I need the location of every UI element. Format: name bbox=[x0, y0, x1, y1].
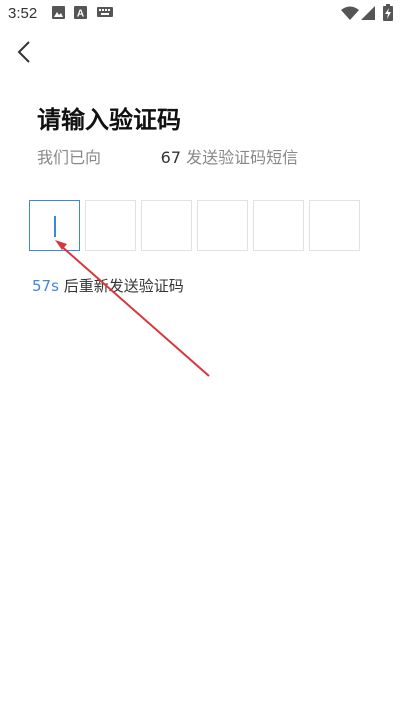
back-button[interactable] bbox=[10, 36, 42, 68]
battery-charging-icon bbox=[383, 4, 393, 21]
subtitle: 我们已向 67 发送验证码短信 bbox=[37, 144, 298, 168]
subtitle-prefix: 我们已向 bbox=[37, 148, 102, 167]
wifi-icon bbox=[341, 6, 359, 20]
code-box-3[interactable] bbox=[141, 200, 192, 251]
page-title: 请输入验证码 bbox=[37, 106, 181, 134]
code-box-5[interactable] bbox=[253, 200, 304, 251]
svg-text:A: A bbox=[77, 9, 84, 20]
code-box-6[interactable] bbox=[309, 200, 360, 251]
text-cursor bbox=[54, 216, 56, 237]
verification-code-input bbox=[29, 200, 360, 251]
code-box-1[interactable] bbox=[29, 200, 80, 251]
resend-label: 后重新发送验证码 bbox=[63, 277, 184, 295]
keyboard-icon bbox=[97, 7, 113, 17]
status-bar: 3:52 A bbox=[0, 0, 400, 28]
code-box-2[interactable] bbox=[85, 200, 136, 251]
chevron-left-icon bbox=[17, 41, 30, 63]
status-time: 3:52 bbox=[8, 5, 38, 22]
code-box-4[interactable] bbox=[197, 200, 248, 251]
signal-icon bbox=[361, 6, 375, 20]
subtitle-suffix: 发送验证码短信 bbox=[186, 148, 299, 167]
image-icon bbox=[52, 6, 65, 19]
phone-number-suffix: 67 bbox=[160, 148, 182, 167]
countdown-timer: 57s bbox=[32, 277, 59, 295]
resend-countdown: 57s 后重新发送验证码 bbox=[32, 275, 184, 296]
a-letter-icon: A bbox=[74, 6, 87, 19]
